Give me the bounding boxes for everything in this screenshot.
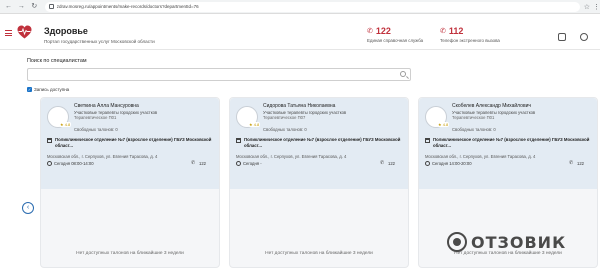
doctor-name[interactable]: Скобелев Александр Михайлович [452, 103, 531, 109]
phone-icon: ✆ [569, 160, 574, 166]
doctor-department: Терапевтическое П07 [263, 115, 306, 120]
phone-icon: ✆ [380, 160, 385, 166]
reload-icon[interactable]: ↻ [30, 2, 39, 11]
hospital-icon [236, 138, 241, 143]
emergency-112[interactable]: ✆ 112 Телефон экстренного вызова [440, 26, 500, 43]
hotline-number: 122 [375, 26, 391, 36]
lock-icon [48, 4, 54, 9]
doctor-card-header: ★ 4.8 Сидорова Татьяна Николаевна Участк… [230, 98, 408, 189]
clock-icon [236, 161, 241, 166]
doctor-department: Терапевтическое П01 [74, 115, 117, 120]
free-tickets: Свободных талонов: 0 [452, 127, 496, 132]
chat-icon[interactable] [558, 33, 566, 41]
forward-icon[interactable]: → [17, 2, 26, 11]
hospital-icon [47, 138, 52, 143]
search-label: Поиск по специалистам [27, 58, 87, 64]
doctor-phone[interactable]: 122 [199, 161, 206, 166]
brand-subtitle: Портал государственных услуг Московской … [44, 39, 155, 44]
hospital-name[interactable]: Поликлиническое отделение №7 (взрослое о… [433, 137, 591, 148]
free-tickets: Свободных талонов: 0 [263, 127, 307, 132]
free-tickets: Свободных талонов: 0 [74, 127, 118, 132]
doctor-card[interactable]: ★ 4.8 Светкина Алла Мансуровна Участковы… [40, 97, 220, 268]
hospital-address: Московская обл., г. Серпухов, ул. Евгени… [47, 154, 158, 159]
working-hours: Сегодня 14:00-20:00 [432, 161, 472, 166]
browser-toolbar: ← → ↻ zdrav.mosreg.ru/appointments/make-… [0, 0, 600, 14]
working-hours: Сегодня 08:00-14:00 [54, 161, 94, 166]
rating-badge: ★ 4.8 [248, 122, 261, 127]
doctor-phone[interactable]: 122 [577, 161, 584, 166]
bookmark-star-icon[interactable]: ☆ [584, 3, 590, 11]
hospital-name[interactable]: Поликлиническое отделение №7 (взрослое о… [55, 137, 213, 148]
browser-menu-icon[interactable]: ⋮ [593, 3, 600, 11]
available-checkbox-label[interactable]: Запись доступна [34, 87, 69, 92]
phone-icon: ✆ [191, 160, 196, 166]
emergency-description: Телефон экстренного вызова [440, 38, 500, 43]
address-bar[interactable]: zdrav.mosreg.ru/appointments/make-record… [44, 1, 580, 12]
clock-icon [47, 161, 52, 166]
doctor-name[interactable]: Светкина Алла Мансуровна [74, 103, 139, 109]
search-input[interactable] [27, 68, 411, 81]
phone-icon: ✆ [440, 28, 446, 35]
doctor-name[interactable]: Сидорова Татьяна Николаевна [263, 103, 335, 109]
hospital-address: Московская обл., г. Серпухов, ул. Евгени… [236, 154, 347, 159]
otzovik-logo-icon [447, 232, 467, 252]
hospital-name[interactable]: Поликлиническое отделение №7 (взрослое о… [244, 137, 402, 148]
hotline-description: Единая справочная служба [367, 38, 424, 43]
doctor-card[interactable]: ★ 4.8 Сидорова Татьяна Николаевна Участк… [229, 97, 409, 268]
hotline-122[interactable]: ✆ 122 Единая справочная служба [367, 26, 423, 43]
brand-title[interactable]: Здоровье [44, 26, 88, 36]
search-icon[interactable] [400, 71, 406, 77]
app-header: Здоровье Портал государственных услуг Мо… [0, 14, 600, 50]
back-icon[interactable]: ← [4, 2, 13, 11]
doctor-phone[interactable]: 122 [388, 161, 395, 166]
carousel-prev-button[interactable]: ‹ [22, 202, 34, 214]
doctor-card-header: ★ 4.8 Скобелев Александр Михайлович Учас… [419, 98, 597, 189]
no-tickets-message: Нет доступных талонов на ближайшие 3 нед… [265, 251, 373, 256]
hamburger-menu-icon[interactable] [5, 30, 12, 36]
accessibility-icon[interactable] [580, 33, 588, 41]
doctor-department: Терапевтическое П01 [452, 115, 495, 120]
rating-badge: ★ 4.8 [59, 122, 72, 127]
url-text: zdrav.mosreg.ru/appointments/make-record… [56, 4, 199, 9]
watermark: ОТЗОВИК [447, 224, 597, 260]
clock-icon [425, 161, 430, 166]
watermark-text: ОТЗОВИК [471, 232, 567, 252]
emergency-number: 112 [448, 26, 464, 36]
phone-icon: ✆ [367, 28, 373, 35]
hospital-address: Московская обл., г. Серпухов, ул. Евгени… [425, 154, 536, 159]
no-tickets-message: Нет доступных талонов на ближайшие 3 нед… [76, 251, 184, 256]
rating-badge: ★ 4.8 [437, 122, 450, 127]
doctor-card-header: ★ 4.8 Светкина Алла Мансуровна Участковы… [41, 98, 219, 189]
hospital-icon [425, 138, 430, 143]
available-checkbox[interactable]: ✓ [27, 87, 32, 92]
heart-logo-icon [17, 25, 32, 39]
working-hours: Сегодня - [243, 161, 262, 166]
